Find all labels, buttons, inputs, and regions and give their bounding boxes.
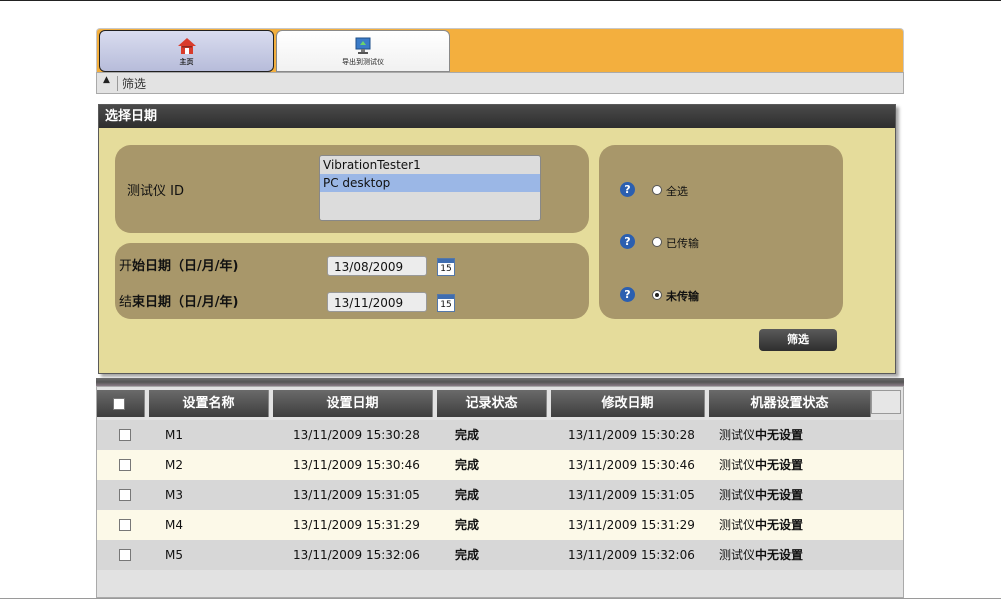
- column-header[interactable]: 设置名称: [149, 390, 269, 417]
- modified-date: 13/11/2009 15:31:29: [568, 518, 695, 532]
- machine-status-a: 测试仪: [719, 488, 756, 502]
- row-checkbox[interactable]: [119, 549, 131, 561]
- column-header[interactable]: 修改日期: [551, 390, 705, 417]
- machine-status: 测试仪中无设置: [719, 540, 803, 570]
- start-date-input[interactable]: 13/08/2009: [327, 256, 427, 276]
- column-header[interactable]: 设置日期: [273, 390, 433, 417]
- transfer-status-group: [599, 145, 843, 319]
- filter-toggle-label: 筛选: [122, 77, 147, 91]
- radio-not-transferred[interactable]: [652, 290, 662, 300]
- export-to-tester-icon: [355, 37, 371, 54]
- radio-transferred[interactable]: [652, 237, 662, 247]
- setting-date: 13/11/2009 15:31:05: [293, 488, 420, 502]
- table-row[interactable]: M5 13/11/2009 15:32:06 完成 13/11/2009 15:…: [97, 540, 903, 570]
- date-selection-panel: 选择日期 测试仪 ID VibrationTester1 PC desktop …: [98, 104, 896, 374]
- radio-not-transferred-label: 未传输: [666, 290, 699, 303]
- machine-status-a: 测试仪: [719, 518, 756, 532]
- radio-transferred-label: 已传输: [666, 237, 699, 250]
- end-date-label: 结束日期（日/月/年): [119, 291, 238, 310]
- panel-title: 选择日期: [99, 105, 895, 128]
- help-icon[interactable]: ?: [620, 287, 635, 302]
- table-row[interactable]: M1 13/11/2009 15:30:28 完成 13/11/2009 15:…: [97, 420, 903, 450]
- tab-home-label: 主页: [179, 58, 194, 66]
- table-row[interactable]: M2 13/11/2009 15:30:46 完成 13/11/2009 15:…: [97, 450, 903, 480]
- top-border: [0, 0, 1001, 1]
- machine-status: 测试仪中无设置: [719, 480, 803, 510]
- machine-status: 测试仪中无设置: [719, 420, 803, 450]
- machine-status-a: 测试仪: [719, 548, 756, 562]
- record-status: 完成: [455, 548, 480, 562]
- radio-all-label: 全选: [666, 185, 688, 198]
- tab-home[interactable]: 主页: [99, 30, 274, 72]
- modified-date: 13/11/2009 15:30:46: [568, 458, 695, 472]
- machine-status-b: 中无设置: [755, 488, 804, 502]
- table-row[interactable]: M3 13/11/2009 15:31:05 完成 13/11/2009 15:…: [97, 480, 903, 510]
- radio-all[interactable]: [652, 185, 662, 195]
- machine-status-b: 中无设置: [755, 518, 804, 532]
- help-icon[interactable]: ?: [620, 182, 635, 197]
- row-checkbox[interactable]: [119, 459, 131, 471]
- start-date-label-b: 始日期（日/月/年): [132, 259, 239, 274]
- filter-toggle-bar[interactable]: ▲ 筛选: [96, 72, 904, 94]
- home-icon: [177, 38, 196, 54]
- header-spacer: [871, 390, 901, 414]
- record-status: 完成: [455, 428, 480, 442]
- calendar-day: 15: [440, 300, 452, 310]
- settings-table: 设置名称 设置日期 记录状态 修改日期 机器设置状态 M1 13/11/2009…: [96, 386, 904, 598]
- setting-name: M3: [165, 488, 183, 502]
- setting-name: M4: [165, 518, 183, 532]
- section-divider: [96, 378, 904, 386]
- row-checkbox[interactable]: [119, 429, 131, 441]
- calendar-day: 15: [440, 264, 452, 274]
- list-item[interactable]: VibrationTester1: [320, 156, 540, 174]
- calendar-icon[interactable]: 15: [437, 258, 455, 276]
- end-date-label-a: 结: [119, 295, 133, 310]
- end-date-label-b: 束日期（日/月/年): [132, 295, 239, 310]
- column-header[interactable]: 机器设置状态: [709, 390, 871, 417]
- modified-date: 13/11/2009 15:30:28: [568, 428, 695, 442]
- calendar-icon[interactable]: 15: [437, 294, 455, 312]
- start-date-label-a: 开: [119, 259, 133, 274]
- table-row[interactable]: M4 13/11/2009 15:31:29 完成 13/11/2009 15:…: [97, 510, 903, 540]
- setting-date: 13/11/2009 15:32:06: [293, 548, 420, 562]
- table-header: 设置名称 设置日期 记录状态 修改日期 机器设置状态: [97, 390, 903, 417]
- app-window: 主页 导出到测试仪 ▲ 筛选 选择日期 测试仪 ID VibrationTest…: [96, 28, 904, 598]
- row-checkbox[interactable]: [119, 519, 131, 531]
- filter-button[interactable]: 筛选: [759, 329, 837, 351]
- machine-status: 测试仪中无设置: [719, 510, 803, 540]
- tab-export-label: 导出到测试仪: [342, 58, 384, 66]
- list-item-selected[interactable]: PC desktop: [320, 174, 540, 192]
- record-status: 完成: [455, 518, 480, 532]
- row-checkbox[interactable]: [119, 489, 131, 501]
- setting-date: 13/11/2009 15:30:28: [293, 428, 420, 442]
- start-date-label: 开始日期（日/月/年): [119, 255, 238, 274]
- modified-date: 13/11/2009 15:32:06: [568, 548, 695, 562]
- column-header[interactable]: 记录状态: [437, 390, 547, 417]
- machine-status: 测试仪中无设置: [719, 450, 803, 480]
- record-status: 完成: [455, 458, 480, 472]
- machine-status-a: 测试仪: [719, 458, 756, 472]
- modified-date: 13/11/2009 15:31:05: [568, 488, 695, 502]
- select-all-checkbox[interactable]: [113, 398, 125, 410]
- machine-status-a: 测试仪: [719, 428, 756, 442]
- setting-name: M1: [165, 428, 183, 442]
- select-all-header: [97, 390, 145, 417]
- tester-id-list[interactable]: VibrationTester1 PC desktop: [319, 155, 541, 221]
- divider: [117, 76, 118, 91]
- record-status: 完成: [455, 488, 480, 502]
- setting-name: M5: [165, 548, 183, 562]
- setting-date: 13/11/2009 15:31:29: [293, 518, 420, 532]
- help-icon[interactable]: ?: [620, 234, 635, 249]
- machine-status-b: 中无设置: [755, 548, 804, 562]
- tab-export-to-tester[interactable]: 导出到测试仪: [276, 30, 450, 72]
- machine-status-b: 中无设置: [755, 458, 804, 472]
- end-date-input[interactable]: 13/11/2009: [327, 292, 427, 312]
- setting-name: M2: [165, 458, 183, 472]
- tester-id-label: 测试仪 ID: [127, 184, 184, 199]
- setting-date: 13/11/2009 15:30:46: [293, 458, 420, 472]
- machine-status-b: 中无设置: [755, 428, 804, 442]
- tab-bar: 主页 导出到测试仪: [96, 28, 904, 72]
- collapse-arrow-icon[interactable]: ▲: [103, 75, 110, 85]
